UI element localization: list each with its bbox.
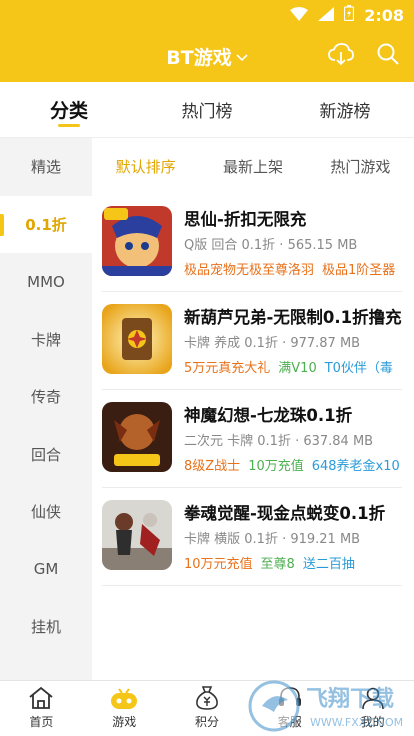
game-name: 新葫芦兄弟-无限制0.1折撸充	[184, 308, 402, 327]
game-tag: 极品1阶圣器	[322, 263, 396, 278]
sort-default[interactable]: 默认排序	[116, 156, 176, 177]
sidebar-item-label: GM	[33, 560, 59, 579]
gamepad-icon	[109, 683, 139, 713]
sidebar-item-label: 挂机	[30, 618, 61, 637]
status-time: 2:08	[364, 5, 404, 25]
game-tag: 648养老金x10	[311, 459, 400, 474]
sidebar-item-mmo[interactable]: MMO	[0, 253, 92, 311]
game-icon[interactable]	[102, 500, 172, 570]
tab-label: 新游榜	[319, 102, 371, 122]
nav-home[interactable]: 首页	[0, 681, 83, 736]
sidebar-item-xianxia[interactable]: 仙侠	[0, 483, 92, 541]
sidebar-item-card[interactable]: 卡牌	[0, 311, 92, 369]
wifi-icon	[290, 6, 309, 25]
service-icon	[277, 683, 303, 713]
game-row[interactable]: 神魔幻想-七龙珠0.1折 二次元 卡牌 0.1折 · 637.84 MB 8级Z…	[102, 390, 402, 488]
game-tag: 极品宠物无极至尊洛羽	[184, 263, 315, 278]
header-title: BT游戏	[166, 46, 232, 69]
game-row[interactable]: 思仙-折扣无限充 Q版 回合 0.1折 · 565.15 MB 极品宠物无极至尊…	[102, 194, 402, 292]
nav-games[interactable]: 游戏	[83, 681, 166, 736]
category-body: 精选 0.1折 MMO 卡牌 传奇 回合 仙侠 GM 挂机 默认排序 最新上架 …	[0, 138, 414, 680]
game-meta: 二次元 卡牌 0.1折 · 637.84 MB	[184, 434, 374, 449]
nav-label: 积分	[194, 715, 219, 729]
game-row[interactable]: 拳魂觉醒-现金点蜕变0.1折 卡牌 横版 0.1折 · 919.21 MB 10…	[102, 488, 402, 586]
bottom-nav: 首页 游戏 积分 客服 我的	[0, 680, 414, 736]
game-meta: 卡牌 横版 0.1折 · 919.21 MB	[184, 532, 361, 547]
sort-newest[interactable]: 最新上架	[223, 156, 283, 177]
cloud-download-icon[interactable]	[328, 42, 354, 70]
sidebar-item-label: 卡牌	[30, 330, 61, 349]
chevron-down-icon	[236, 45, 248, 67]
nav-service[interactable]: 客服	[248, 681, 331, 736]
game-icon[interactable]	[102, 402, 172, 472]
game-tag: 10万元充值	[184, 557, 253, 572]
search-icon[interactable]	[376, 42, 400, 70]
signal-icon	[318, 6, 335, 25]
status-bar: 2:08	[0, 0, 414, 30]
main-tabs: 分类 热门榜 新游榜	[0, 82, 414, 138]
game-meta: 卡牌 养成 0.1折 · 977.87 MB	[184, 336, 361, 351]
sidebar-item-idle[interactable]: 挂机	[0, 598, 92, 656]
nav-label: 游戏	[112, 715, 137, 729]
tab-category[interactable]: 分类	[0, 82, 138, 137]
battery-icon	[344, 5, 355, 25]
sidebar-item-gm[interactable]: GM	[0, 541, 92, 599]
sidebar-item-legend[interactable]: 传奇	[0, 368, 92, 426]
game-tag: 8级Z战士	[184, 459, 241, 474]
user-icon	[360, 683, 386, 713]
sidebar-item-more[interactable]	[0, 656, 92, 681]
sort-popular[interactable]: 热门游戏	[330, 156, 390, 177]
game-meta: Q版 回合 0.1折 · 565.15 MB	[184, 238, 358, 253]
tab-label: 热门榜	[181, 102, 233, 122]
nav-label: 客服	[277, 715, 302, 729]
sidebar-item-turn-based[interactable]: 回合	[0, 426, 92, 484]
game-icon[interactable]	[102, 206, 172, 276]
tab-hot-rank[interactable]: 热门榜	[138, 82, 276, 137]
game-tag: 至尊8	[260, 557, 295, 572]
tab-label: 分类	[49, 100, 88, 122]
sidebar-item-discount[interactable]: 0.1折	[0, 195, 92, 253]
nav-points[interactable]: 积分	[166, 681, 249, 736]
nav-mine[interactable]: 我的	[331, 681, 414, 736]
nav-label: 首页	[29, 715, 54, 729]
tab-new-rank[interactable]: 新游榜	[276, 82, 414, 137]
game-tag: 5万元真充大礼	[184, 361, 271, 376]
top-bar: 2:08 BT游戏	[0, 0, 414, 82]
nav-label: 我的	[360, 715, 385, 729]
category-sidebar[interactable]: 精选 0.1折 MMO 卡牌 传奇 回合 仙侠 GM 挂机	[0, 138, 92, 680]
game-list: 思仙-折扣无限充 Q版 回合 0.1折 · 565.15 MB 极品宠物无极至尊…	[92, 194, 414, 586]
sidebar-item-label: 回合	[30, 445, 61, 464]
sort-tabs: 默认排序 最新上架 热门游戏	[92, 138, 414, 194]
home-icon	[28, 683, 54, 713]
game-tag: 满V10	[278, 361, 317, 376]
header-title-dropdown[interactable]: BT游戏	[166, 43, 248, 70]
sidebar-item-featured[interactable]: 精选	[0, 138, 92, 196]
sidebar-item-label: 精选	[30, 158, 61, 177]
game-name: 拳魂觉醒-现金点蜕变0.1折	[184, 504, 386, 523]
game-name: 思仙-折扣无限充	[184, 210, 307, 229]
game-row[interactable]: 新葫芦兄弟-无限制0.1折撸充 卡牌 养成 0.1折 · 977.87 MB 5…	[102, 292, 402, 390]
sidebar-item-label: 传奇	[30, 388, 61, 407]
game-tag: 10万充值	[248, 459, 304, 474]
game-name: 神魔幻想-七龙珠0.1折	[184, 406, 353, 425]
game-content: 默认排序 最新上架 热门游戏 思仙-折扣无限充 Q版 回合 0.1折 · 565…	[92, 138, 414, 680]
sidebar-item-label: 仙侠	[30, 503, 61, 522]
game-icon[interactable]	[102, 304, 172, 374]
header: BT游戏	[0, 30, 414, 82]
sidebar-item-label: 0.1折	[25, 215, 67, 234]
sidebar-item-label: MMO	[27, 272, 65, 291]
money-bag-icon	[194, 683, 220, 713]
game-tag: 送二百抽	[302, 557, 355, 572]
game-tag: T0伙伴（毒	[324, 361, 393, 376]
